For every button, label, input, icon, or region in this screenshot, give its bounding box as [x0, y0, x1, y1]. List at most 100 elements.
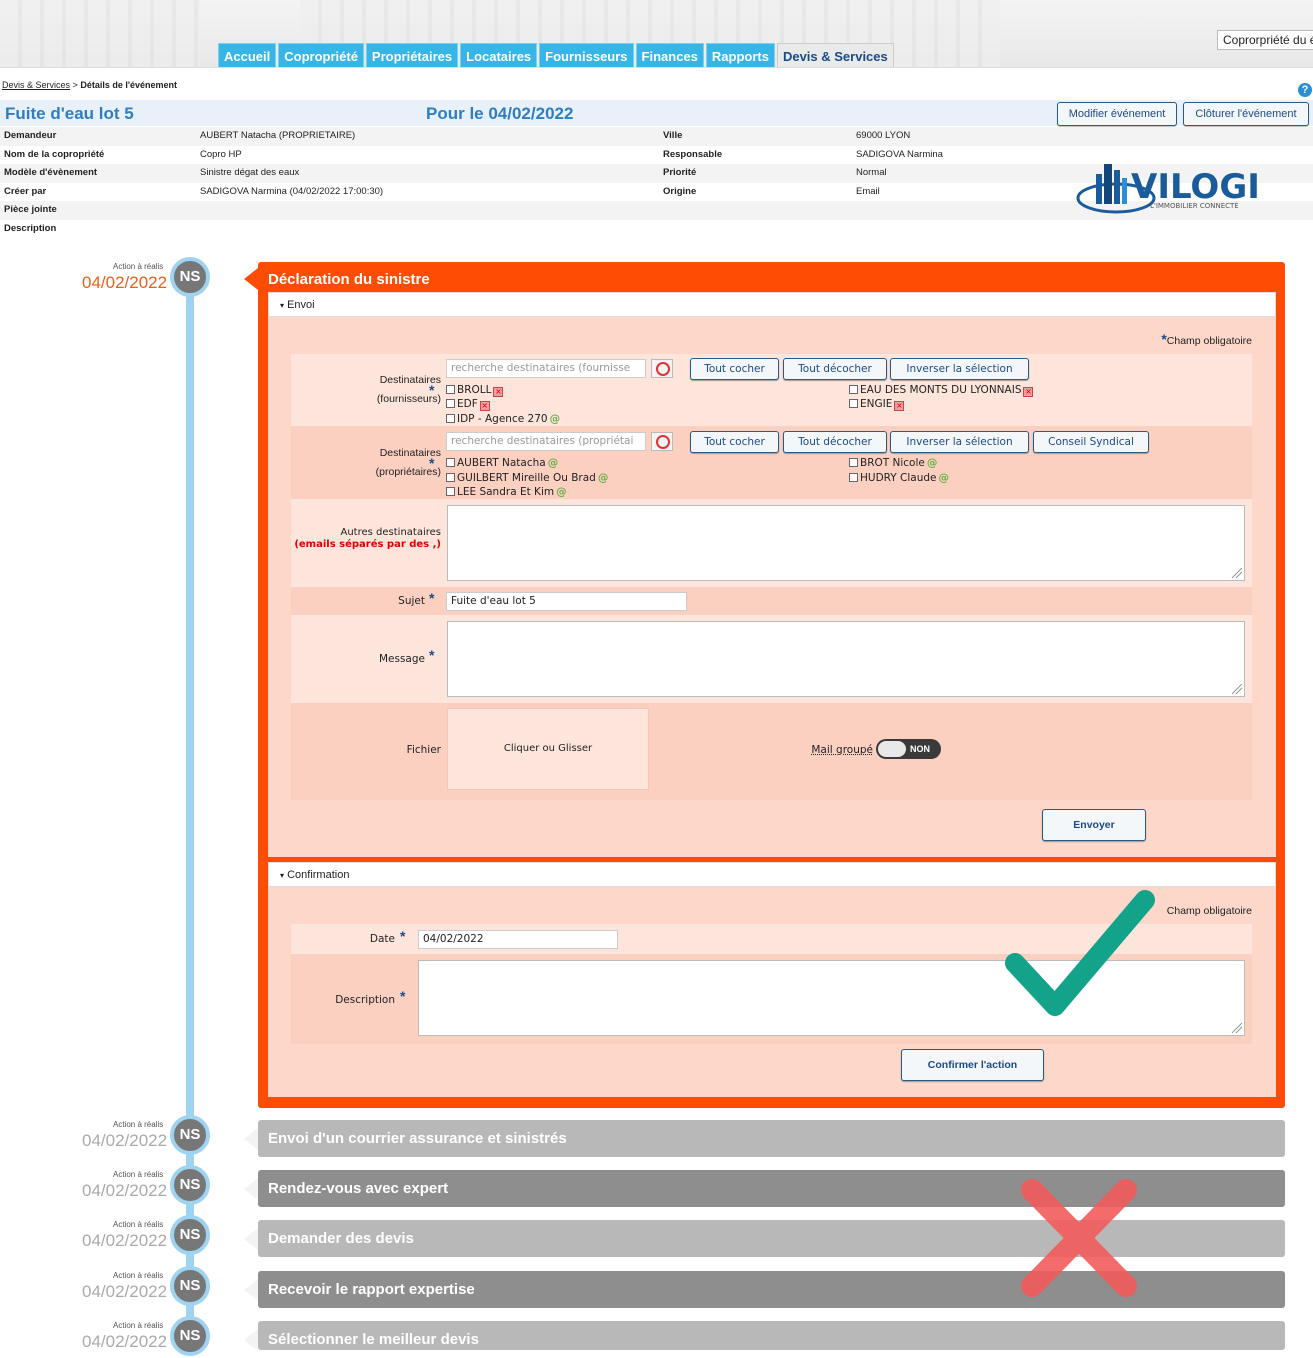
section-confirmation-header[interactable]: ▾ Confirmation: [268, 862, 1276, 887]
tout-cocher-button[interactable]: Tout cocher: [690, 358, 779, 380]
info-row: Demandeur AUBERT Natacha (PROPRIETAIRE) …: [0, 127, 1313, 146]
tab-finances[interactable]: Finances: [635, 43, 704, 67]
checkbox-fournisseur[interactable]: EAU DES MONTS DU LYONNAIS ×: [849, 383, 1034, 397]
checkbox[interactable]: [446, 458, 455, 467]
breadcrumb-current: Détails de l'événement: [80, 80, 178, 90]
tout-decocher-button[interactable]: Tout décocher: [783, 358, 887, 380]
arrow-pointer: [244, 1228, 258, 1250]
step-date: 04/02/2022: [82, 1282, 168, 1301]
checkbox[interactable]: [849, 458, 858, 467]
checkbox-fournisseur[interactable]: IDP - Agence 270 @: [446, 412, 560, 426]
fournisseur-name: EDF: [457, 398, 478, 410]
status-badge: NS: [170, 1115, 210, 1155]
action-label: Action à réalis: [113, 262, 164, 271]
checkbox[interactable]: [446, 487, 455, 496]
toggle-label: NON: [910, 744, 930, 754]
status-badge: NS: [170, 1165, 210, 1205]
conseil-syndical-button[interactable]: Conseil Syndical: [1033, 431, 1149, 453]
checkbox-proprietaire[interactable]: AUBERT Natacha @: [446, 456, 558, 470]
tout-cocher-button[interactable]: Tout cocher: [690, 431, 779, 453]
section-envoi-header[interactable]: ▾ Envoi: [268, 292, 1276, 317]
status-badge: NS: [170, 1266, 210, 1306]
sujet-row: Sujet * Fuite d'eau lot 5: [291, 587, 1252, 615]
search-proprietaires-input[interactable]: recherche destinataires (propriétai: [446, 432, 646, 451]
info-label: Pièce jointe: [4, 204, 57, 215]
close-event-button[interactable]: Clôturer l'événement: [1183, 102, 1309, 126]
field-label: Date: [369, 933, 395, 945]
file-dropzone[interactable]: Cliquer ou Glisser: [447, 708, 649, 790]
info-label: Description: [4, 222, 57, 234]
field-label: Destinataires (propriétaires): [341, 444, 441, 482]
checkbox[interactable]: [849, 399, 858, 408]
help-icon[interactable]: ?: [1298, 83, 1312, 97]
copropriete-select[interactable]: Coprorpriété du é: [1217, 30, 1313, 50]
checkbox-fournisseur[interactable]: ENGIE ×: [849, 397, 905, 411]
modify-event-button[interactable]: Modifier événement: [1057, 102, 1177, 126]
field-label: Sujet: [398, 595, 425, 607]
required-note: Champ obligatoire: [1166, 905, 1252, 917]
tab-proprietaires[interactable]: Propriétaires: [365, 43, 459, 67]
info-value: [200, 201, 659, 220]
field-label-text: Autres destinataires: [340, 527, 442, 538]
checkbox-proprietaire[interactable]: HUDRY Claude @: [849, 471, 949, 485]
checkbox-proprietaire[interactable]: GUILBERT Mireille Ou Brad @: [446, 471, 608, 485]
info-label: Ville: [663, 130, 683, 141]
checkbox[interactable]: [446, 414, 455, 423]
email-icon: @: [597, 472, 609, 484]
confirmer-action-button[interactable]: Confirmer l'action: [901, 1049, 1044, 1081]
checkbox[interactable]: [446, 385, 455, 394]
check-icon: [1005, 890, 1155, 1016]
event-due-date: Pour le 04/02/2022: [426, 104, 574, 123]
envoi-form: Destinataires (fournisseurs) * recherche…: [291, 354, 1252, 800]
tab-locataires[interactable]: Locataires: [460, 43, 538, 67]
step-bar[interactable]: Sélectionner le meilleur devis: [258, 1321, 1285, 1350]
info-label: Origine: [663, 185, 697, 197]
mail-groupe-toggle[interactable]: NON: [876, 739, 941, 759]
action-label: Action à réalis: [113, 1271, 164, 1280]
breadcrumb-link[interactable]: Devis & Services: [2, 80, 70, 90]
envoyer-button[interactable]: Envoyer: [1042, 809, 1146, 841]
field-label: Message: [378, 653, 425, 665]
inverser-selection-button[interactable]: Inverser la sélection: [890, 431, 1029, 453]
step-date: 04/02/2022: [82, 1332, 168, 1351]
checkbox-fournisseur[interactable]: EDF ×: [446, 397, 490, 411]
tout-decocher-button[interactable]: Tout décocher: [783, 431, 887, 453]
autres-destinataires-textarea[interactable]: [447, 505, 1245, 581]
email-icon: @: [938, 472, 950, 484]
search-fournisseurs-input[interactable]: recherche destinataires (fournisse: [446, 359, 646, 378]
clear-search-icon[interactable]: [651, 432, 673, 451]
info-label: Créer par: [4, 185, 47, 197]
message-row: Message *: [291, 615, 1252, 703]
info-value: Copro HP: [200, 148, 242, 160]
step-date: 04/02/2022: [82, 273, 168, 292]
checkbox-proprietaire[interactable]: BROT Nicole @: [849, 456, 937, 470]
tab-accueil[interactable]: Accueil: [218, 43, 277, 67]
step-bar[interactable]: Envoi d'un courrier assurance et sinistr…: [258, 1120, 1285, 1157]
top-header: Accueil Copropriété Propriétaires Locata…: [0, 0, 1313, 68]
sujet-input[interactable]: Fuite d'eau lot 5: [446, 592, 687, 611]
chevron-down-icon: ▾: [280, 301, 285, 310]
date-input[interactable]: 04/02/2022: [418, 930, 618, 949]
tab-fournisseurs[interactable]: Fournisseurs: [539, 43, 634, 67]
arrow-pointer: [244, 268, 258, 290]
tab-rapports[interactable]: Rapports: [705, 43, 775, 67]
email-icon: @: [556, 486, 567, 498]
fichier-row: Fichier Cliquer ou Glisser Mail groupé N…: [291, 703, 1252, 800]
message-textarea[interactable]: [447, 621, 1245, 697]
checkbox[interactable]: [446, 399, 455, 408]
checkbox[interactable]: [849, 473, 858, 482]
breadcrumb-separator: >: [72, 80, 78, 90]
clear-search-icon[interactable]: [651, 359, 673, 378]
tab-copropriete[interactable]: Copropriété: [278, 43, 364, 67]
inverser-selection-button[interactable]: Inverser la sélection: [890, 358, 1029, 380]
tab-devis-services[interactable]: Devis & Services: [776, 43, 894, 67]
no-email-icon: ×: [479, 401, 490, 411]
checkbox[interactable]: [446, 473, 455, 482]
arrow-pointer: [244, 1329, 258, 1351]
checkbox-proprietaire[interactable]: LEE Sandra Et Kim @: [446, 485, 567, 499]
required-asterisk: *: [429, 455, 435, 471]
checkbox[interactable]: [849, 385, 858, 394]
checkbox-fournisseur[interactable]: BROLL ×: [446, 383, 504, 397]
section-title: Confirmation: [287, 869, 350, 881]
arrow-pointer: [244, 1178, 258, 1200]
